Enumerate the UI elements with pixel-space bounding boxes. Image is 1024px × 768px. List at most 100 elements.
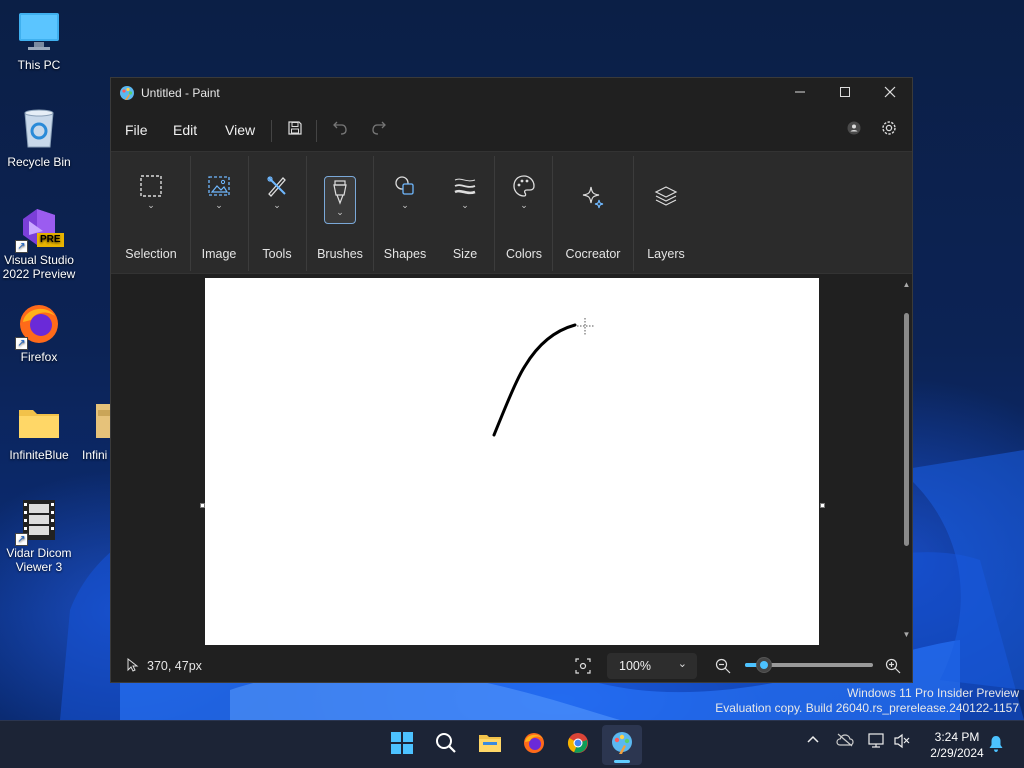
zoom-slider-thumb[interactable]	[756, 657, 772, 673]
zoom-out-button[interactable]	[715, 658, 731, 679]
search-button[interactable]	[426, 725, 466, 765]
ribbon-group-layers[interactable]: Layers	[634, 152, 698, 275]
drawing-canvas[interactable]	[205, 278, 819, 645]
cursor-position: 370, 47px	[147, 659, 202, 673]
close-button[interactable]	[867, 78, 913, 108]
desktop-icon-infini[interactable]: Infini	[78, 400, 112, 462]
desktop-icon-label: This PC	[17, 58, 61, 72]
view-menu[interactable]: View	[221, 119, 259, 141]
gear-icon	[880, 119, 898, 142]
file-explorer-button[interactable]	[470, 725, 510, 765]
brush-icon: ⌄	[324, 176, 356, 224]
title-bar[interactable]: Untitled - Paint	[111, 78, 912, 108]
status-bar: 370, 47px 100% ⌄	[111, 650, 912, 682]
redo-icon	[371, 120, 387, 141]
system-clock[interactable]: 3:24 PM 2/29/2024	[918, 729, 996, 761]
chevron-down-icon: ⌄	[215, 200, 223, 210]
desktop-icon-firefox[interactable]: ↗ Firefox	[0, 302, 78, 364]
visual-studio-icon: PRE ↗	[15, 205, 64, 253]
selection-rectangle-icon: ⌄	[134, 174, 168, 218]
shapes-icon: ⌄	[388, 174, 422, 218]
desktop-icon-infiniteblue[interactable]: InfiniteBlue	[0, 400, 78, 462]
active-app-indicator	[614, 760, 630, 763]
maximize-icon	[839, 85, 851, 101]
undo-button[interactable]	[329, 119, 351, 141]
save-button[interactable]	[284, 119, 306, 141]
edit-menu[interactable]: Edit	[169, 119, 201, 141]
volume-button[interactable]	[893, 733, 911, 752]
desktop-icon-this-pc[interactable]: This PC	[0, 10, 78, 72]
bell-icon	[988, 736, 1004, 756]
save-icon	[287, 120, 303, 141]
fit-screen-icon	[575, 658, 591, 678]
firefox-taskbar-button[interactable]	[514, 725, 554, 765]
start-icon	[391, 731, 413, 759]
account-button[interactable]	[843, 119, 865, 141]
recycle-bin-icon	[17, 107, 61, 151]
taskbar: 3:24 PM 2/29/2024	[0, 720, 1024, 768]
zoom-dropdown[interactable]: 100% ⌄	[607, 653, 697, 679]
notifications-button[interactable]	[988, 735, 1004, 756]
undo-icon	[332, 120, 348, 141]
ribbon-group-size[interactable]: ⌄ Size	[436, 152, 494, 275]
zoom-value: 100%	[619, 659, 651, 673]
canvas-viewport: ▲ ▼	[111, 275, 912, 650]
redo-button[interactable]	[368, 119, 390, 141]
desktop-icon-recycle-bin[interactable]: Recycle Bin	[0, 107, 78, 169]
zoom-slider[interactable]	[745, 657, 873, 673]
ribbon-group-selection[interactable]: ⌄ Selection	[111, 152, 191, 275]
chrome-icon	[566, 731, 590, 760]
file-explorer-icon	[478, 732, 502, 759]
settings-button[interactable]	[878, 119, 900, 141]
ribbon-group-cocreator[interactable]: Cocreator	[553, 152, 633, 275]
search-icon	[435, 732, 457, 759]
maximize-button[interactable]	[822, 78, 868, 108]
network-button[interactable]	[868, 733, 886, 752]
ribbon-group-label: Image	[201, 247, 237, 261]
scroll-up-icon[interactable]: ▲	[902, 280, 911, 289]
film-icon: ↗	[15, 498, 61, 546]
paint-window: Untitled - Paint File Edit View ⌄ Select…	[110, 77, 913, 683]
desktop-icon-label: Firefox	[20, 350, 58, 364]
desktop-icon-vidar-dicom[interactable]: ↗ Vidar Dicom Viewer 3	[0, 498, 78, 574]
ribbon-group-label: Colors	[505, 247, 543, 261]
canvas-resize-handle-right[interactable]	[820, 503, 825, 508]
chrome-taskbar-button[interactable]	[558, 725, 598, 765]
cloud-offline-icon	[836, 733, 854, 750]
menu-divider	[316, 120, 317, 142]
minimize-button[interactable]	[777, 78, 823, 108]
paint-taskbar-button[interactable]	[602, 725, 642, 765]
chevron-down-icon: ⌄	[147, 200, 155, 210]
shortcut-arrow-icon: ↗	[15, 240, 28, 253]
desktop-icon-visual-studio[interactable]: PRE ↗ Visual Studio 2022 Preview	[0, 205, 78, 281]
ribbon-group-colors[interactable]: ⌄ Colors	[495, 152, 553, 275]
menu-divider	[271, 120, 272, 142]
account-icon	[847, 121, 861, 140]
canvas-resize-handle-left[interactable]	[200, 503, 205, 508]
show-hidden-icons-button[interactable]	[806, 733, 820, 750]
start-button[interactable]	[382, 725, 422, 765]
onedrive-button[interactable]	[836, 733, 854, 750]
ribbon-group-brushes[interactable]: ⌄ Brushes	[307, 152, 373, 275]
fit-to-window-button[interactable]	[575, 658, 591, 679]
desktop-icon-label: Recycle Bin	[7, 155, 71, 169]
ribbon-toolbar: ⌄ Selection ⌄ Image ⌄ Tools ⌄ Brushes ⌄ …	[111, 151, 912, 274]
ribbon-group-image[interactable]: ⌄ Image	[191, 152, 247, 275]
file-menu[interactable]: File	[121, 119, 152, 141]
network-icon	[868, 733, 886, 752]
ribbon-group-label: Layers	[647, 247, 685, 261]
ribbon-group-tools[interactable]: ⌄ Tools	[249, 152, 305, 275]
layers-icon	[649, 184, 683, 228]
ribbon-group-shapes[interactable]: ⌄ Shapes	[374, 152, 436, 275]
ribbon-group-label: Tools	[262, 247, 292, 261]
vertical-scrollbar[interactable]: ▲ ▼	[902, 280, 911, 640]
scrollbar-thumb[interactable]	[904, 313, 909, 546]
image-icon: ⌄	[202, 174, 236, 218]
scroll-down-icon[interactable]: ▼	[902, 630, 911, 639]
size-icon: ⌄	[448, 174, 482, 218]
palette-icon: ⌄	[507, 174, 541, 218]
firefox-icon	[522, 731, 546, 760]
zoom-in-button[interactable]	[885, 658, 901, 679]
cursor-pointer-icon	[127, 657, 139, 677]
ribbon-group-label: Cocreator	[565, 247, 621, 261]
